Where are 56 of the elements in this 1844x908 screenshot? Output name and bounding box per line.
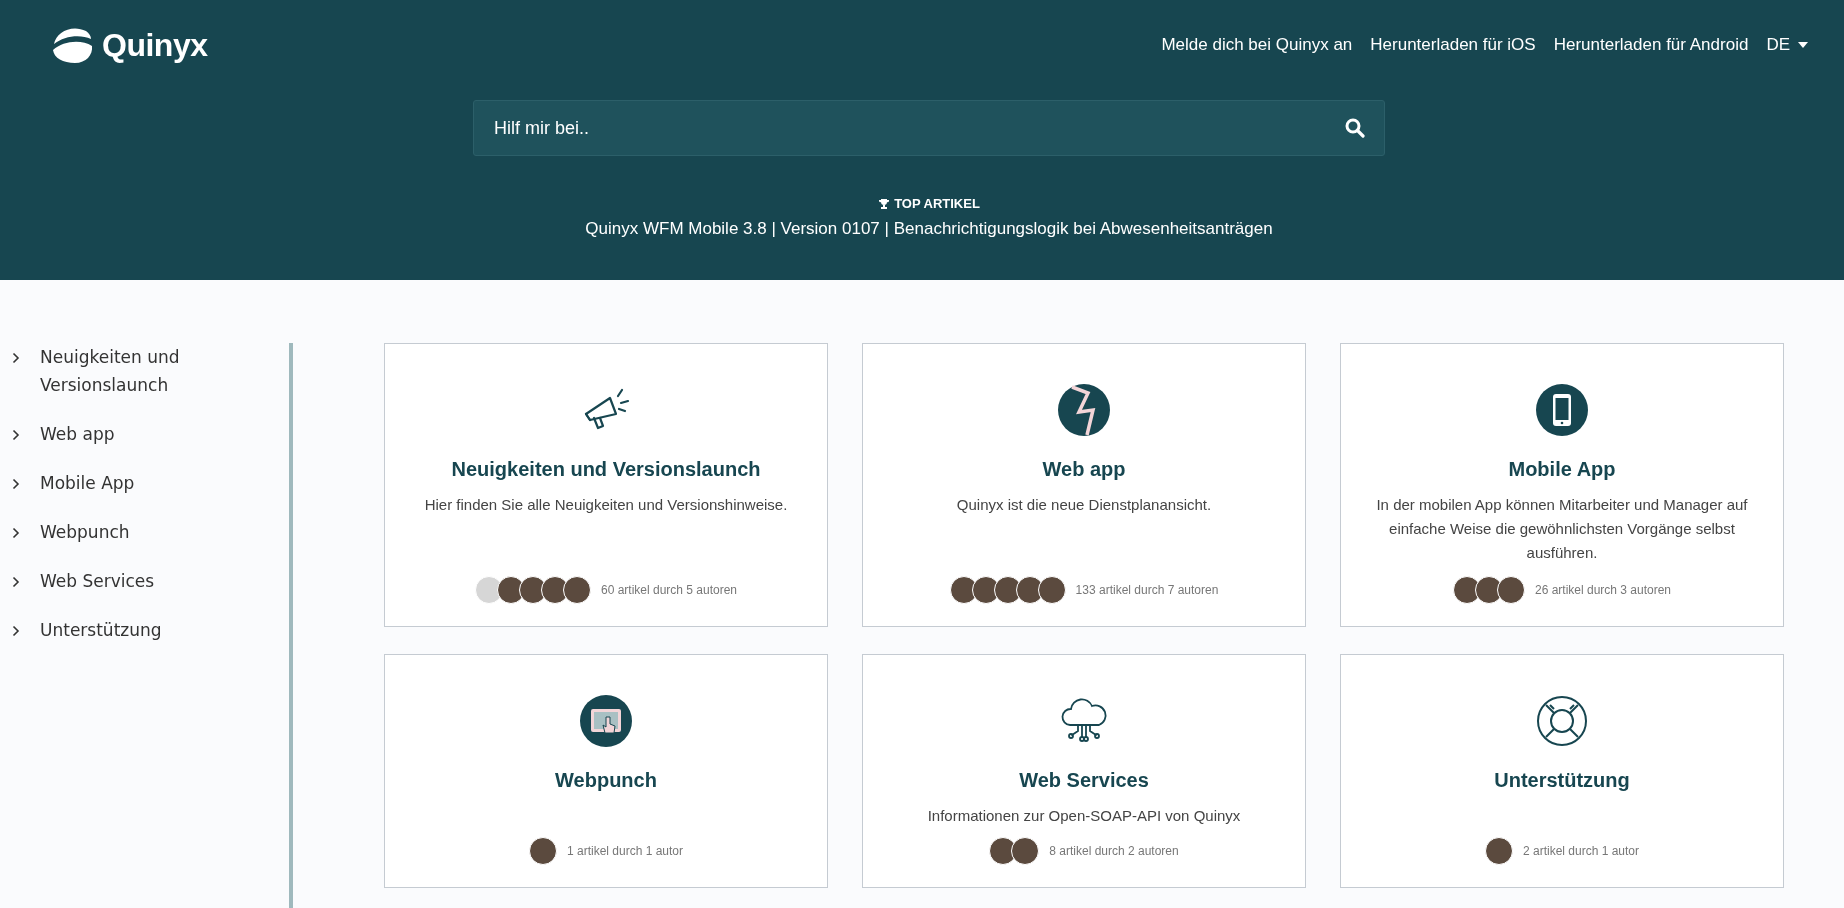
sidebar-item[interactable]: Web Services bbox=[12, 567, 252, 595]
card-description: Informationen zur Open-SOAP-API von Quinyx bbox=[927, 806, 1241, 826]
article-count: 133 artikel durch 7 autoren bbox=[1075, 583, 1219, 597]
top-article-label: TOP ARTIKEL bbox=[894, 196, 980, 211]
lightning-circle-icon bbox=[1058, 384, 1110, 436]
card-description: In der mobilen App können Mitarbeiter und Manager auf einfache Weise die gewöhnlichsten Vorgänge selbst ausführen. bbox=[1375, 495, 1749, 563]
search-field[interactable]: Hilf mir bei.. bbox=[473, 100, 1385, 156]
category-card[interactable]: Webpunch 1 artikel durch 1 autor bbox=[384, 654, 828, 888]
author-avatar bbox=[1037, 576, 1066, 604]
chevron-right-icon bbox=[12, 576, 20, 588]
category-card[interactable]: Web Services Informationen zur Open-SOAP-API von Quinyx 8 artikel durch 2 autoren bbox=[862, 654, 1306, 888]
card-title: Mobile App bbox=[1508, 458, 1616, 481]
card-title: Unterstützung bbox=[1494, 769, 1630, 792]
author-avatar bbox=[1484, 837, 1513, 865]
sidebar-item[interactable]: Web app bbox=[12, 420, 252, 448]
card-title: Web app bbox=[1042, 458, 1126, 481]
chevron-right-icon bbox=[12, 625, 20, 637]
nav-link[interactable]: Melde dich bei Quinyx an bbox=[1161, 35, 1353, 55]
sidebar-item[interactable]: Neuigkeiten und Versionslaunch bbox=[12, 343, 252, 399]
nav-link[interactable]: Herunterladen für Android bbox=[1553, 35, 1749, 55]
chevron-right-icon bbox=[12, 478, 20, 490]
sidebar-item[interactable]: Mobile App bbox=[12, 469, 252, 497]
smartphone-icon bbox=[1536, 384, 1588, 436]
article-count: 2 artikel durch 1 autor bbox=[1522, 844, 1640, 858]
card-description: Quinyx ist die neue Dienstplanansicht. bbox=[956, 495, 1212, 515]
author-avatar bbox=[1011, 837, 1040, 865]
language-dropdown[interactable]: DE bbox=[1766, 35, 1808, 55]
logo-text: Quinyx bbox=[102, 26, 208, 64]
trophy-icon bbox=[878, 197, 891, 210]
author-avatar bbox=[562, 576, 591, 604]
sidebar-item[interactable]: Webpunch bbox=[12, 518, 252, 546]
category-card[interactable]: Mobile App In der mobilen App können Mitarbeiter und Manager auf einfache Weise die gewöhnlichsten Vorgänge selbst ausführen. 26 artikel durch 3 autoren bbox=[1340, 343, 1784, 627]
article-count: 8 artikel durch 2 autoren bbox=[1049, 844, 1179, 858]
touch-screen-icon bbox=[580, 695, 632, 747]
author-avatar bbox=[528, 837, 557, 865]
card-description: Hier finden Sie alle Neuigkeiten und Versionshinweise. bbox=[424, 495, 788, 515]
chevron-right-icon bbox=[12, 527, 20, 539]
logo-icon bbox=[50, 26, 94, 64]
sidebar-item[interactable]: Unterstützung bbox=[12, 616, 252, 644]
caret-icon bbox=[1798, 42, 1808, 48]
article-count: 26 artikel durch 3 autoren bbox=[1534, 583, 1672, 597]
category-card[interactable]: Web app Quinyx ist die neue Dienstplanansicht. 133 artikel durch 7 autoren bbox=[862, 343, 1306, 627]
chevron-right-icon bbox=[12, 429, 20, 441]
search-icon bbox=[1345, 118, 1365, 138]
top-article-link[interactable]: Quinyx WFM Mobile 3.8 | Version 0107 | Benachrichtigungslogik bei Abwesenheitsanträgen bbox=[50, 219, 1808, 239]
article-count: 60 artikel durch 5 autoren bbox=[600, 583, 738, 597]
article-count: 1 artikel durch 1 autor bbox=[566, 844, 684, 858]
nav-link[interactable]: Herunterladen für iOS bbox=[1370, 35, 1536, 55]
lifebuoy-icon bbox=[1536, 695, 1588, 747]
author-avatar bbox=[1496, 576, 1525, 604]
category-card[interactable]: Unterstützung 2 artikel durch 1 autor bbox=[1340, 654, 1784, 888]
category-card[interactable]: Neuigkeiten und Versionslaunch Hier finden Sie alle Neuigkeiten und Versionshinweise. 60 artikel durch 5 autoren bbox=[384, 343, 828, 627]
card-title: Neuigkeiten und Versionslaunch bbox=[451, 458, 761, 481]
card-title: Web Services bbox=[1019, 769, 1149, 792]
card-title: Webpunch bbox=[555, 769, 657, 792]
chevron-right-icon bbox=[12, 352, 20, 364]
